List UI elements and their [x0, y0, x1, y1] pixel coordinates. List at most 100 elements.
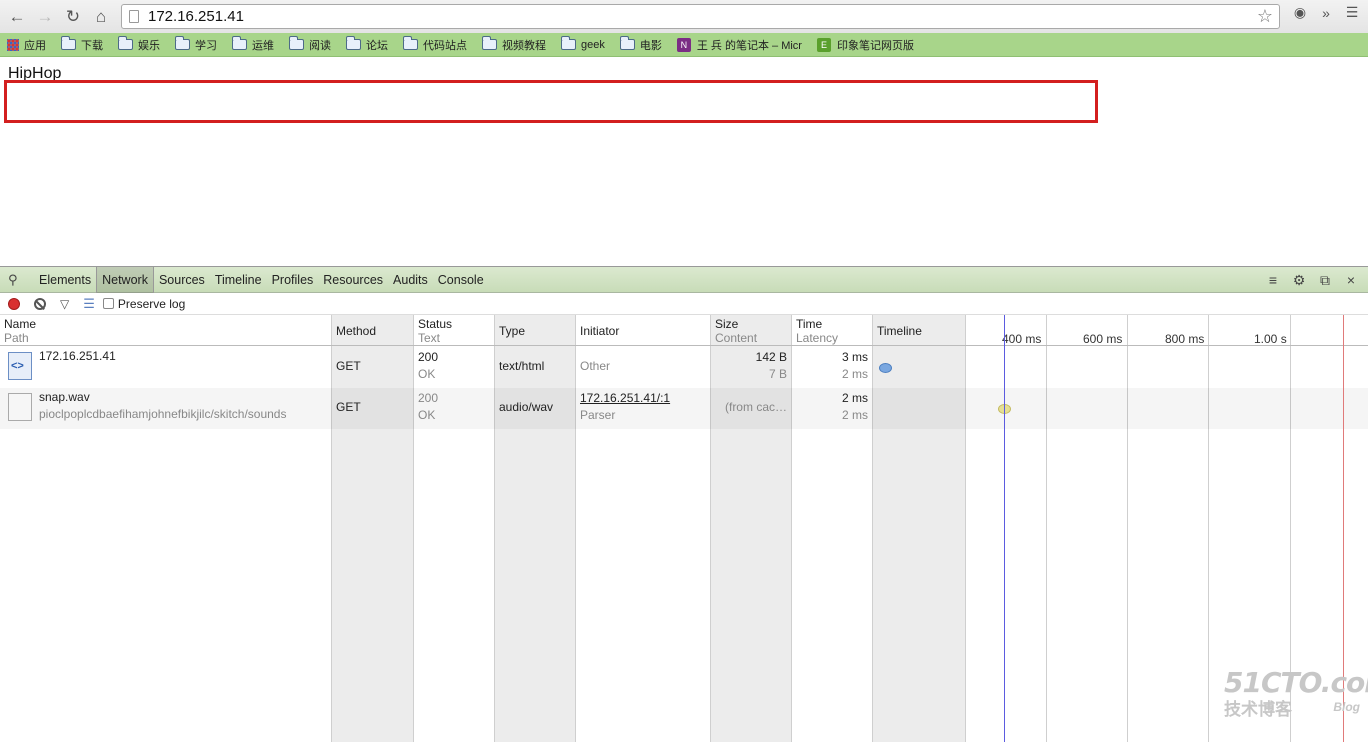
request-size: (from cac… — [724, 400, 787, 414]
folder-icon — [619, 36, 635, 50]
settings-gear-icon[interactable]: ⚙ — [1290, 272, 1308, 289]
folder-icon — [175, 36, 190, 50]
tab-resources[interactable]: Resources — [318, 267, 388, 293]
tab-console[interactable]: Console — [433, 267, 489, 293]
bookmark-label: 下载 — [81, 39, 103, 52]
bookmark-label: 视频教程 — [502, 39, 546, 52]
bookmark-folder[interactable]: 娱乐 — [118, 36, 160, 53]
onenote-icon: N — [676, 37, 691, 52]
evernote-extension-icon[interactable]: ◉ — [1290, 4, 1310, 21]
apps-icon — [7, 38, 19, 51]
bookmark-label: geek — [581, 38, 605, 51]
tab-profiles[interactable]: Profiles — [267, 267, 319, 293]
back-arrow-icon[interactable]: ← — [3, 3, 31, 31]
request-type: audio/wav — [499, 400, 554, 414]
network-table-header: Name Path Method Status Text Type Initiato… — [0, 315, 1368, 346]
bookmark-evernote[interactable]: E 印象笔记网页版 — [816, 37, 914, 53]
clear-icon[interactable] — [34, 297, 46, 310]
header-type[interactable]: Type — [499, 324, 525, 338]
bookmark-label: 代码站点 — [423, 39, 467, 52]
bookmark-label: 娱乐 — [138, 39, 160, 52]
forward-arrow-icon[interactable]: → — [31, 3, 59, 31]
network-toolbar: ▽ ☰ Preserve log — [0, 293, 1368, 315]
more-extensions-icon[interactable]: » — [1316, 5, 1336, 21]
header-method[interactable]: Method — [336, 324, 376, 338]
header-timeline[interactable]: Timeline — [877, 324, 922, 338]
request-status: 200 OK — [418, 391, 439, 422]
bookmark-label: 论坛 — [366, 39, 388, 52]
request-name[interactable]: snap.wav pioclpoplcdbaefihamjohnefbikjilc… — [39, 389, 286, 423]
home-icon[interactable]: ⌂ — [87, 3, 115, 31]
watermark-blog: Blog — [1333, 700, 1360, 714]
bookmark-folder[interactable]: 阅读 — [289, 36, 331, 53]
network-table: Name Path Method Status Text Type Initiato… — [0, 315, 1368, 742]
bookmark-folder[interactable]: 论坛 — [346, 36, 388, 53]
initiator-link[interactable]: 172.16.251.41/:1 — [580, 391, 670, 405]
timeline-tick: 600 ms — [1083, 332, 1123, 346]
tab-audits[interactable]: Audits — [388, 267, 433, 293]
preserve-log-checkbox[interactable] — [102, 298, 114, 309]
folder-icon — [61, 36, 76, 50]
request-initiator: Other — [580, 359, 611, 373]
table-row[interactable]: 172.16.251.41 GET 200OK text/html Other … — [0, 347, 1368, 388]
request-method: GET — [336, 359, 361, 373]
header-size[interactable]: Size Content — [715, 317, 757, 345]
record-icon[interactable] — [8, 297, 20, 310]
preserve-log-label: Preserve log — [117, 296, 186, 311]
tab-sources[interactable]: Sources — [154, 267, 210, 293]
request-status: 200 OK — [418, 350, 439, 381]
timeline-tick: 400 ms — [1002, 332, 1042, 346]
tab-network[interactable]: Network — [96, 266, 154, 293]
large-rows-icon[interactable]: ☰ — [83, 296, 95, 312]
bookmark-label: 印象笔记网页版 — [836, 39, 914, 52]
undock-icon[interactable]: ⧉ — [1316, 272, 1334, 289]
folder-icon — [118, 36, 133, 50]
browser-toolbar: ← → ↻ ⌂ 172.16.251.41 ☆ ◉ » ☰ — [0, 0, 1368, 33]
header-time[interactable]: Time Latency — [796, 317, 838, 345]
bookmark-folder[interactable]: 运维 — [232, 36, 274, 53]
address-bar[interactable]: 172.16.251.41 ☆ — [121, 4, 1280, 29]
filter-icon[interactable]: ▽ — [60, 297, 69, 311]
folder-icon — [403, 36, 418, 50]
dom-content-loaded-line — [1004, 315, 1005, 742]
request-time: 2 ms 2 ms — [841, 391, 868, 422]
reload-icon[interactable]: ↻ — [59, 3, 87, 31]
table-row[interactable]: snap.wav pioclpoplcdbaefihamjohnefbikjilc… — [0, 388, 1368, 429]
bookmark-folder[interactable]: geek — [561, 36, 605, 51]
bookmark-apps[interactable]: 应用 — [7, 37, 46, 53]
bookmark-folder[interactable]: 电影 — [619, 36, 662, 53]
address-bar-url[interactable]: 172.16.251.41 — [148, 8, 1257, 25]
generic-file-icon — [8, 393, 32, 421]
folder-icon — [232, 36, 247, 50]
header-initiator[interactable]: Initiator — [580, 324, 619, 338]
bookmark-label: 运维 — [252, 39, 274, 52]
console-drawer-icon[interactable]: ≡ — [1264, 272, 1282, 288]
toolbar-extensions: ◉ » ☰ — [1290, 4, 1362, 21]
bookmark-folder[interactable]: 下载 — [61, 36, 103, 53]
bookmark-folder[interactable]: 代码站点 — [403, 36, 467, 53]
inspect-search-icon[interactable]: ⚲ — [8, 272, 24, 288]
bookmark-star-icon[interactable]: ☆ — [1257, 6, 1273, 27]
menu-icon[interactable]: ☰ — [1342, 4, 1362, 21]
watermark: 51CTO.com 技术博客 Blog — [1224, 666, 1368, 726]
bookmark-label: 王 兵 的笔记本 – Micr — [696, 39, 802, 52]
header-status[interactable]: Status Text — [418, 317, 452, 345]
timeline-tick: 800 ms — [1165, 332, 1205, 346]
bookmark-onenote[interactable]: N 王 兵 的笔记本 – Micr — [676, 37, 802, 53]
bookmark-label: 学习 — [195, 39, 217, 52]
tab-timeline[interactable]: Timeline — [210, 267, 267, 293]
tab-elements[interactable]: Elements — [34, 267, 96, 293]
close-icon[interactable]: × — [1342, 272, 1360, 288]
folder-icon — [482, 36, 497, 50]
annotation-highlight-box — [4, 80, 1098, 123]
folder-icon — [346, 36, 361, 50]
request-initiator[interactable]: 172.16.251.41/:1 Parser — [580, 390, 670, 424]
timeline-tick: 1.00 s — [1254, 332, 1287, 346]
request-time: 3 ms 2 ms — [841, 350, 868, 381]
bookmark-folder[interactable]: 学习 — [175, 36, 217, 53]
header-name[interactable]: Name Path — [4, 317, 36, 345]
html-document-icon — [8, 352, 32, 380]
request-name[interactable]: 172.16.251.41 — [39, 348, 116, 365]
bookmark-folder[interactable]: 视频教程 — [482, 36, 546, 53]
evernote-icon: E — [816, 37, 831, 52]
